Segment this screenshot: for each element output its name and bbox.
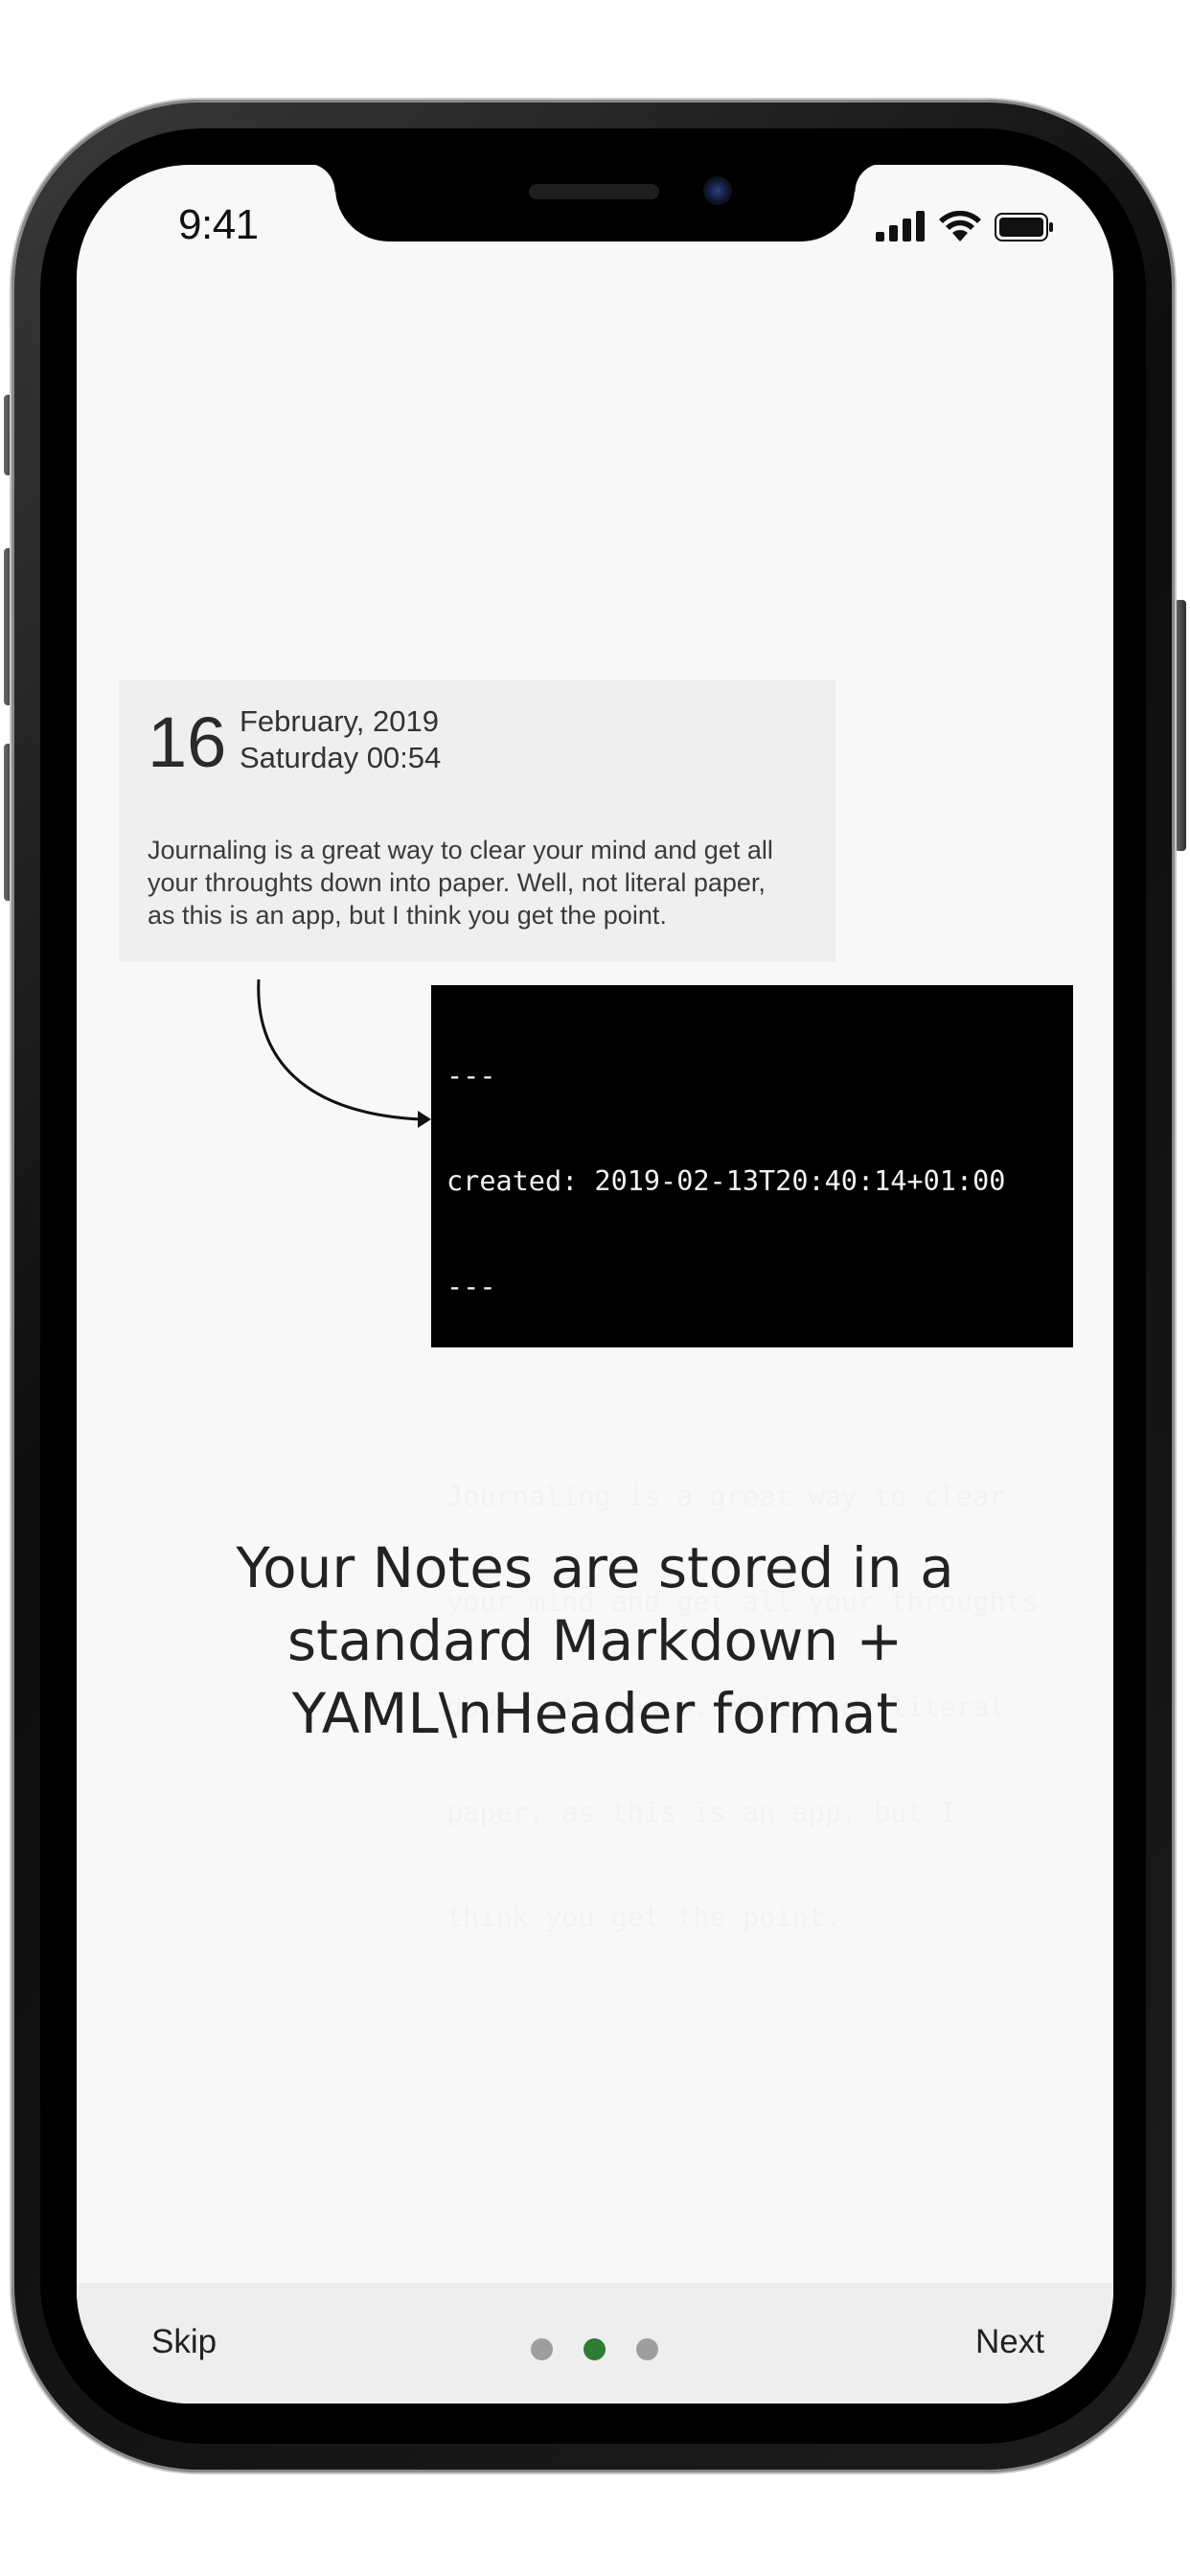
- terminal-line: ---: [446, 1060, 496, 1092]
- screen: 9:41 16 February, 2019 Saturday 00:54 Jo…: [77, 165, 1113, 2404]
- terminal-line: Journaling is a great way to clear: [446, 1481, 1006, 1513]
- page-dot-2[interactable]: [584, 2338, 606, 2360]
- next-button[interactable]: Next: [975, 2323, 1044, 2361]
- entry-date: February, 2019 Saturday 00:54: [240, 703, 441, 776]
- front-camera: [703, 176, 732, 205]
- page-indicator: [531, 2338, 658, 2360]
- page-dot-1[interactable]: [531, 2338, 553, 2360]
- battery-icon: [995, 213, 1053, 242]
- entry-body: Journaling is a great way to clear your …: [148, 836, 773, 930]
- status-time: 9:41: [178, 201, 259, 248]
- onboarding-headline: Your Notes are stored in a standard Mark…: [236, 1535, 954, 1746]
- speaker-grille: [529, 184, 659, 199]
- status-icons: [876, 211, 1054, 242]
- terminal-line: think you get the point.: [446, 1901, 841, 1934]
- skip-button[interactable]: Skip: [151, 2323, 217, 2361]
- entry-month-year: February, 2019: [240, 704, 439, 738]
- signal-icon: [876, 211, 925, 242]
- notch: [307, 165, 883, 242]
- phone-mockup: 9:41 16 February, 2019 Saturday 00:54 Jo…: [0, 0, 1190, 2576]
- onboarding-nav-bar: Skip Next: [77, 2283, 1113, 2404]
- terminal-line: created: 2019-02-13T20:40:14+01:00: [446, 1164, 1006, 1197]
- wifi-icon: [939, 211, 981, 242]
- terminal-line: paper, as this is an app, but I: [446, 1796, 956, 1828]
- journal-entry-card: 16 February, 2019 Saturday 00:54 Journal…: [119, 680, 835, 962]
- page-dot-3[interactable]: [636, 2338, 658, 2360]
- entry-day: 16: [148, 702, 227, 782]
- entry-weekday-time: Saturday 00:54: [240, 741, 442, 774]
- terminal-line: ---: [446, 1270, 496, 1302]
- arrow-icon: [257, 979, 431, 1128]
- power-button: [1175, 600, 1186, 851]
- markdown-file-preview: --- created: 2019-02-13T20:40:14+01:00 -…: [431, 985, 1073, 1933]
